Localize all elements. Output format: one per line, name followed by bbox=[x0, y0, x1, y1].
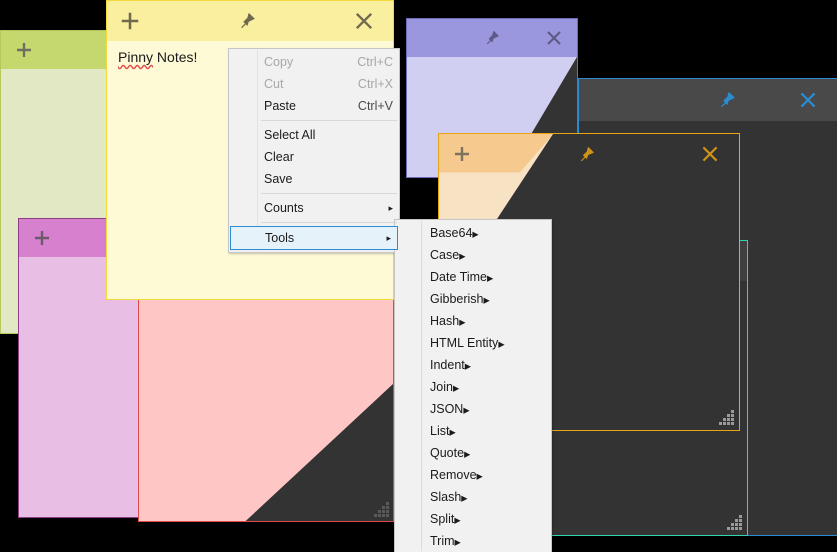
context-menu-item-paste[interactable]: Paste Ctrl+V bbox=[229, 95, 399, 117]
dark-theme-overlay-pink bbox=[139, 300, 393, 521]
tools-submenu-item-case[interactable]: Case▸ bbox=[395, 244, 551, 266]
context-menu-item-accelerator: Ctrl+C bbox=[335, 55, 393, 69]
chevron-right-icon: ▸ bbox=[465, 358, 471, 373]
add-note-button-yellow[interactable] bbox=[107, 1, 153, 41]
tools-submenu-item-remove[interactable]: Remove▸ bbox=[395, 464, 551, 486]
chevron-right-icon: ▸ bbox=[364, 234, 391, 243]
context-menu-item-label: Copy bbox=[264, 55, 293, 69]
tools-submenu-item-quote[interactable]: Quote▸ bbox=[395, 442, 551, 464]
note-titlebar-purple[interactable] bbox=[407, 19, 577, 57]
chevron-right-icon: ▸ bbox=[487, 270, 493, 285]
context-menu-item-label: Clear bbox=[264, 150, 294, 164]
close-button-blue[interactable] bbox=[785, 79, 831, 121]
tools-submenu-item-label: List bbox=[430, 424, 449, 438]
chevron-right-icon: ▸ bbox=[461, 490, 467, 505]
note-titlebar-yellow[interactable] bbox=[107, 1, 393, 41]
tools-submenu-item-label: Indent bbox=[430, 358, 465, 372]
pin-button-orange[interactable] bbox=[563, 134, 609, 174]
tools-submenu-item-label: Gibberish bbox=[430, 292, 484, 306]
context-menu-item-counts[interactable]: Counts ▸ bbox=[229, 197, 399, 219]
context-menu-item-accelerator: Ctrl+X bbox=[336, 77, 393, 91]
context-menu-item-cut[interactable]: Cut Ctrl+X bbox=[229, 73, 399, 95]
tools-submenu-item-label: Hash bbox=[430, 314, 459, 328]
tools-submenu-item-label: Join bbox=[430, 380, 453, 394]
context-menu-item-select-all[interactable]: Select All bbox=[229, 124, 399, 146]
chevron-right-icon: ▸ bbox=[449, 424, 455, 439]
tools-submenu-item-slash[interactable]: Slash▸ bbox=[395, 486, 551, 508]
chevron-right-icon: ▸ bbox=[464, 446, 470, 461]
close-button-yellow[interactable] bbox=[341, 1, 387, 41]
tools-submenu-item-json[interactable]: JSON▸ bbox=[395, 398, 551, 420]
context-menu-item-label: Counts bbox=[264, 201, 304, 215]
tools-submenu-item-split[interactable]: Split▸ bbox=[395, 508, 551, 530]
context-menu-item-label: Cut bbox=[264, 77, 283, 91]
chevron-right-icon: ▸ bbox=[472, 226, 478, 241]
tools-submenu-item-label: Trim bbox=[430, 534, 455, 548]
context-menu-item-label: Save bbox=[264, 172, 293, 186]
chevron-right-icon: ▸ bbox=[498, 336, 504, 351]
tools-submenu-item-label: Remove bbox=[430, 468, 477, 482]
misspelled-word: Pinny bbox=[118, 49, 153, 65]
chevron-right-icon: ▸ bbox=[455, 534, 461, 549]
close-button-orange[interactable] bbox=[687, 134, 733, 174]
tools-submenu-item-gibberish[interactable]: Gibberish▸ bbox=[395, 288, 551, 310]
pin-button-yellow[interactable] bbox=[224, 1, 270, 41]
context-menu-item-copy[interactable]: Copy Ctrl+C bbox=[229, 51, 399, 73]
desktop-background: Pinny Notes! Copy Ctrl+C Cut Ctrl+X Paste Ctr… bbox=[0, 0, 837, 552]
note-titlebar-blue[interactable] bbox=[579, 79, 837, 121]
context-menu-separator bbox=[261, 193, 397, 194]
tools-submenu[interactable]: Base64▸Case▸Date Time▸Gibberish▸Hash▸HTM… bbox=[394, 219, 552, 552]
tools-submenu-item-date-time[interactable]: Date Time▸ bbox=[395, 266, 551, 288]
context-menu-separator bbox=[261, 120, 397, 121]
tools-submenu-item-label: Slash bbox=[430, 490, 461, 504]
pin-button-blue[interactable] bbox=[704, 79, 750, 121]
note-window-pink[interactable] bbox=[138, 300, 394, 522]
tools-submenu-item-html-entity[interactable]: HTML Entity▸ bbox=[395, 332, 551, 354]
context-menu-item-tools[interactable]: Tools ▸ bbox=[230, 226, 398, 250]
chevron-right-icon: ▸ bbox=[459, 248, 465, 263]
tools-submenu-item-join[interactable]: Join▸ bbox=[395, 376, 551, 398]
add-note-button-green[interactable] bbox=[1, 31, 47, 69]
tools-submenu-item-label: JSON bbox=[430, 402, 463, 416]
note-text-rest: Notes! bbox=[153, 49, 197, 65]
note-titlebar-green[interactable] bbox=[1, 31, 109, 69]
resize-grip-orange[interactable] bbox=[719, 410, 735, 426]
resize-grip-pink[interactable] bbox=[374, 502, 390, 518]
context-menu-item-accelerator: Ctrl+V bbox=[336, 99, 393, 113]
note-text-content-yellow[interactable]: Pinny Notes! bbox=[118, 49, 197, 65]
context-menu-item-label: Tools bbox=[265, 231, 294, 245]
tools-submenu-item-label: Quote bbox=[430, 446, 464, 460]
pin-button-purple[interactable] bbox=[469, 19, 515, 57]
tools-submenu-item-label: Split bbox=[430, 512, 454, 526]
context-menu-item-label: Paste bbox=[264, 99, 296, 113]
tools-submenu-item-label: Case bbox=[430, 248, 459, 262]
chevron-right-icon: ▸ bbox=[463, 402, 469, 417]
tools-submenu-item-base64[interactable]: Base64▸ bbox=[395, 222, 551, 244]
tools-submenu-item-label: Date Time bbox=[430, 270, 487, 284]
chevron-right-icon: ▸ bbox=[484, 292, 490, 307]
context-menu-item-save[interactable]: Save bbox=[229, 168, 399, 190]
chevron-right-icon: ▸ bbox=[459, 314, 465, 329]
note-titlebar-orange[interactable] bbox=[439, 134, 739, 174]
tools-submenu-item-list[interactable]: List▸ bbox=[395, 420, 551, 442]
chevron-right-icon: ▸ bbox=[477, 468, 483, 483]
chevron-right-icon: ▸ bbox=[366, 204, 393, 213]
tools-submenu-item-indent[interactable]: Indent▸ bbox=[395, 354, 551, 376]
tools-submenu-item-hash[interactable]: Hash▸ bbox=[395, 310, 551, 332]
tools-submenu-item-label: Base64 bbox=[430, 226, 472, 240]
tools-submenu-item-label: HTML Entity bbox=[430, 336, 498, 350]
context-menu-item-clear[interactable]: Clear bbox=[229, 146, 399, 168]
add-note-button-magenta[interactable] bbox=[19, 219, 65, 257]
tools-submenu-item-trim[interactable]: Trim▸ bbox=[395, 530, 551, 552]
close-button-purple[interactable] bbox=[531, 19, 577, 57]
context-menu-item-label: Select All bbox=[264, 128, 315, 142]
context-menu[interactable]: Copy Ctrl+C Cut Ctrl+X Paste Ctrl+V Select All… bbox=[228, 48, 400, 253]
add-note-button-orange[interactable] bbox=[439, 134, 485, 174]
resize-grip-teal[interactable] bbox=[727, 515, 743, 531]
chevron-right-icon: ▸ bbox=[454, 512, 460, 527]
context-menu-separator bbox=[261, 222, 397, 223]
chevron-right-icon: ▸ bbox=[453, 380, 459, 395]
